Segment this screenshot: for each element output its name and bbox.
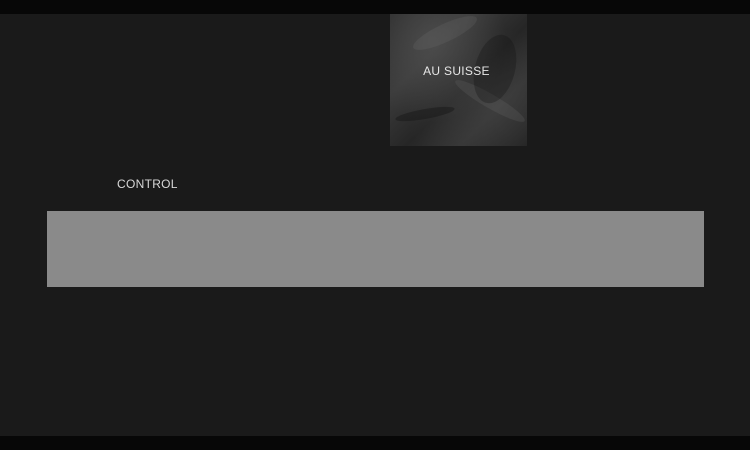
control-bar[interactable] (47, 211, 704, 287)
letterbox-top (0, 0, 750, 14)
album-title: AU SUISSE (423, 64, 490, 78)
artwork-texture (394, 103, 456, 125)
section-label-control: CONTROL (117, 177, 178, 191)
player-screen: AU SUISSE CONTROL (0, 14, 750, 436)
album-artwork[interactable]: AU SUISSE (390, 14, 527, 146)
artwork-texture (409, 14, 481, 56)
letterbox-bottom (0, 436, 750, 450)
